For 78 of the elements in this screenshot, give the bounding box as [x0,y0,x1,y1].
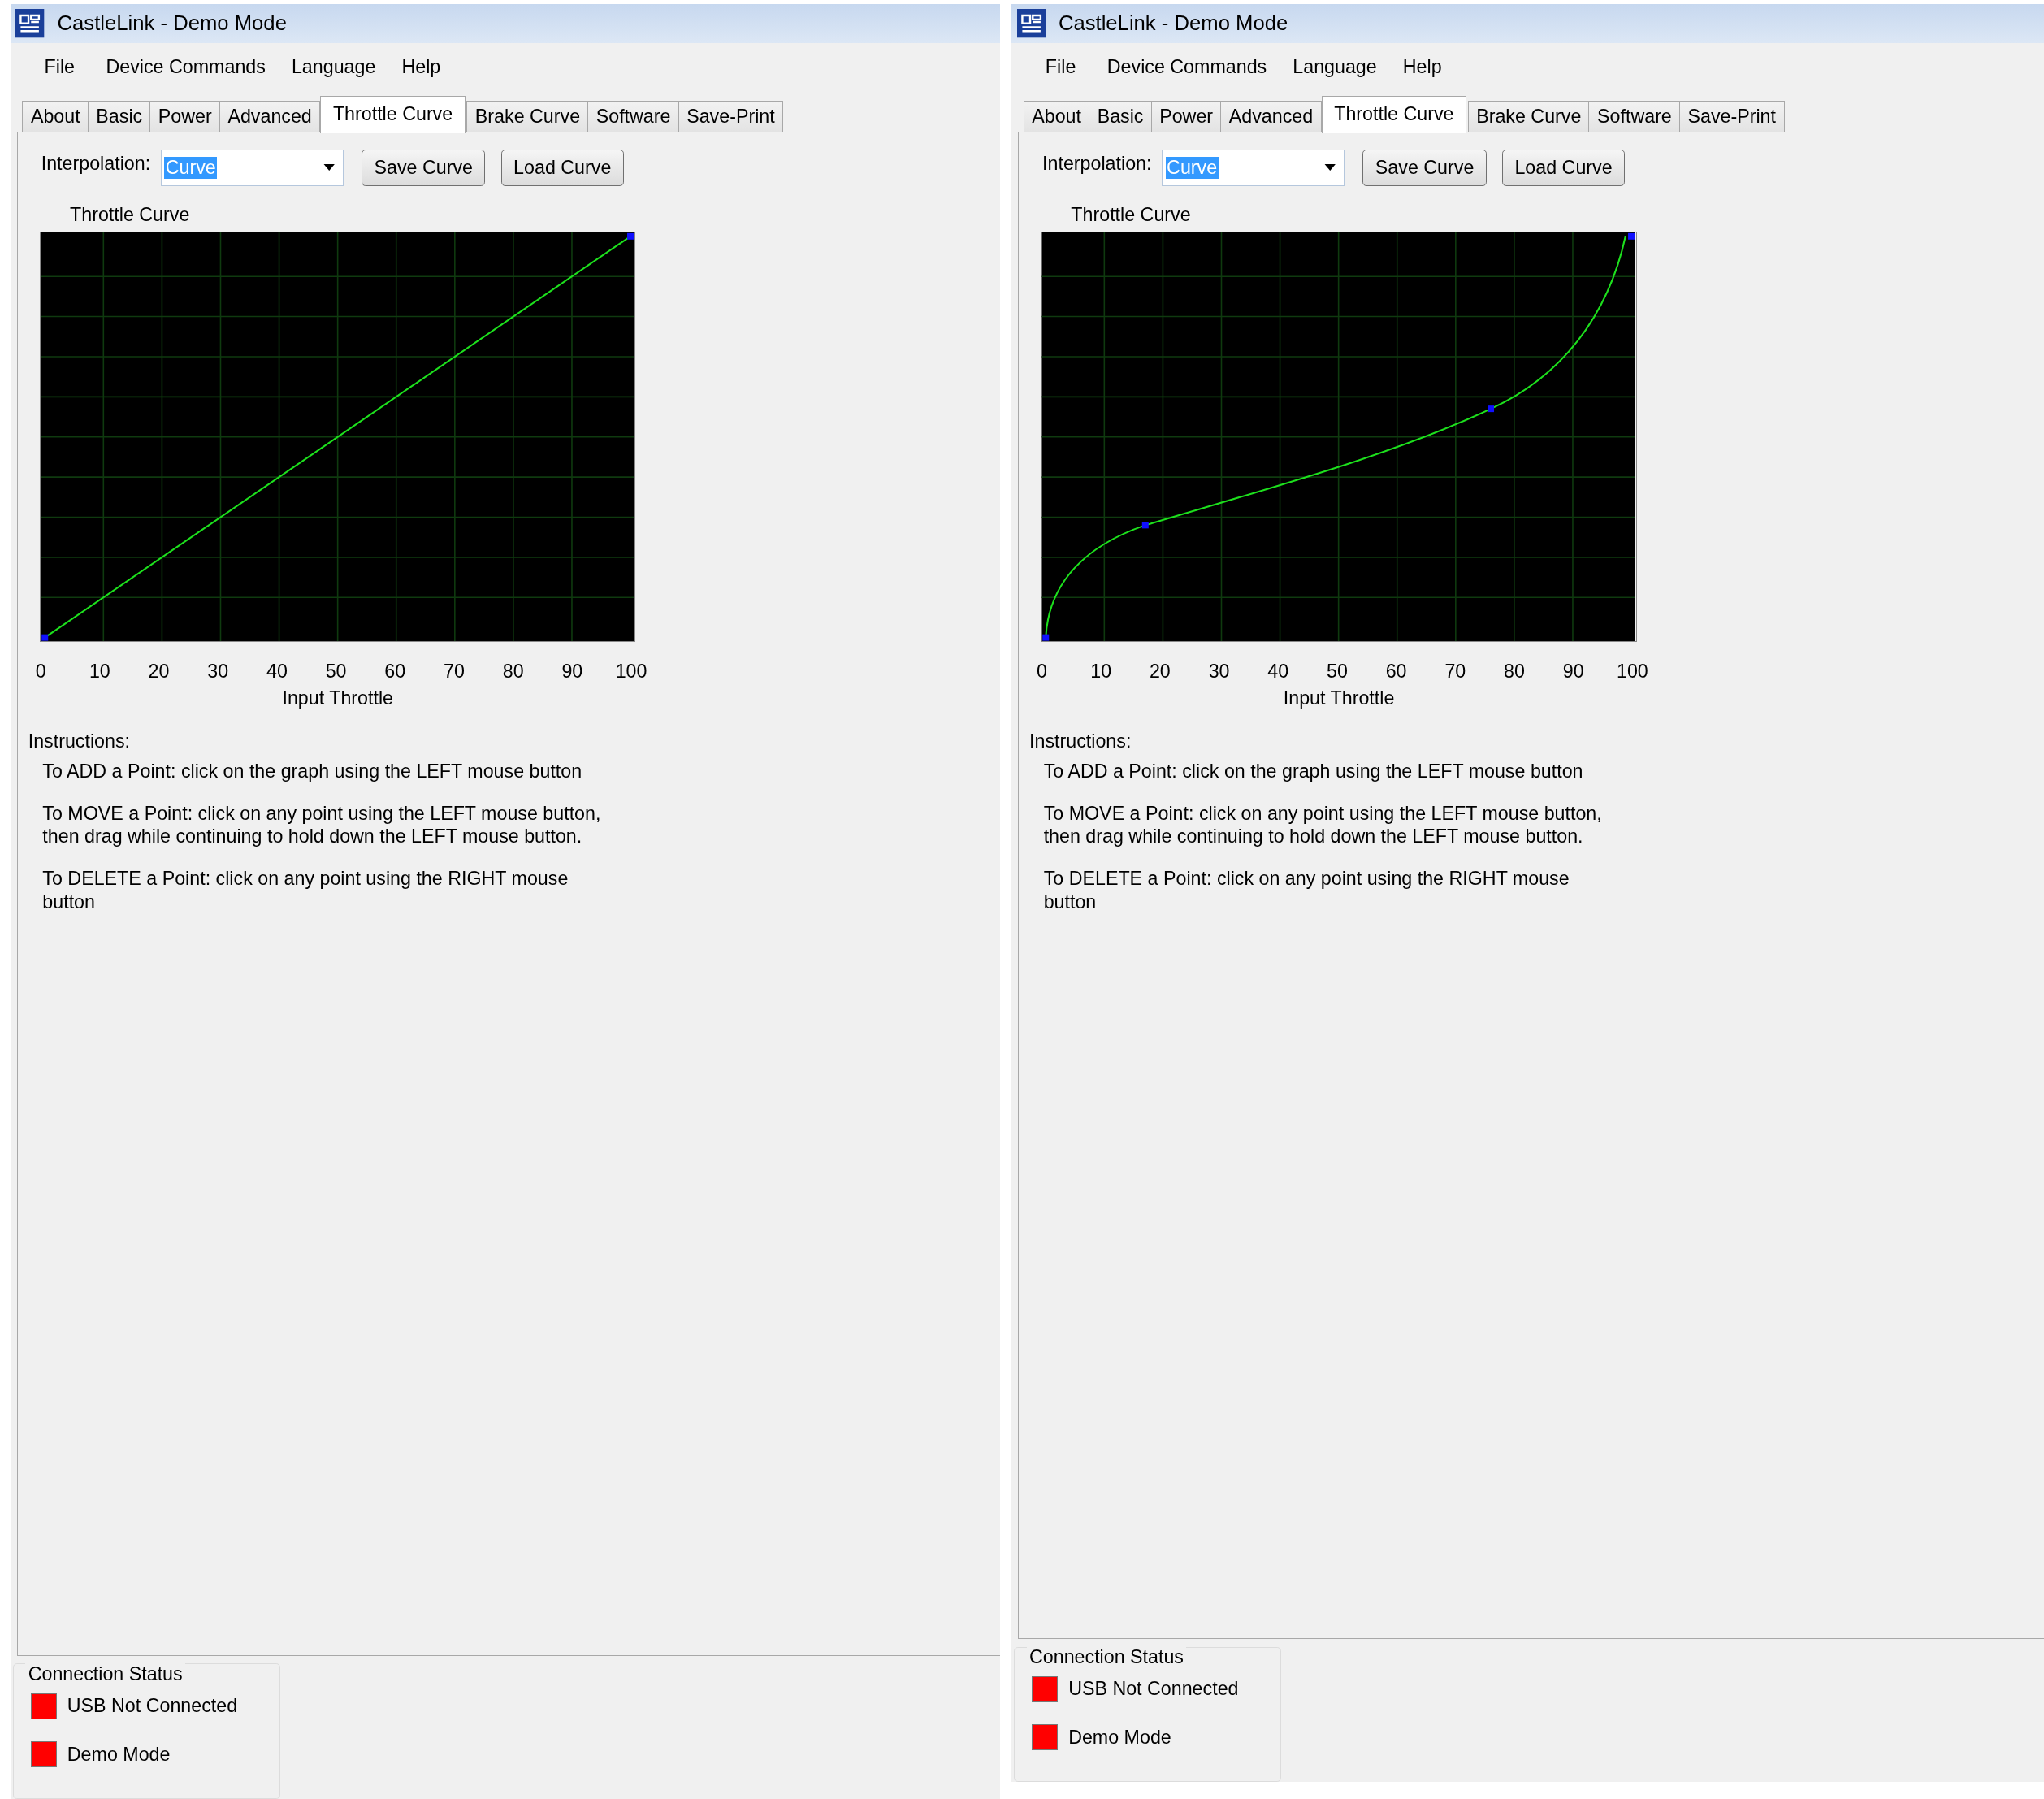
menu-item[interactable]: Help [1389,55,1455,85]
axis-tick-label: 10 [88,660,111,683]
control-point[interactable] [1042,634,1050,641]
axis-tick-label: 70 [443,660,466,683]
tab[interactable]: Brake Curve [466,101,589,132]
tab[interactable]: Save-Print [1678,101,1785,132]
tab[interactable]: Software [1588,101,1681,132]
axis-tick-label: 30 [206,660,230,683]
tab[interactable]: About [1023,101,1090,132]
status-label: USB Not Connected [1068,1678,1239,1701]
interpolation-label: Interpolation: [1042,153,1152,176]
tab[interactable]: Throttle Curve [1321,96,1466,133]
tab[interactable]: Brake Curve [1467,101,1590,132]
axis-tick-label: 0 [1036,660,1048,683]
axis-tick-label: 0 [34,660,47,683]
tab[interactable]: Basic [87,101,151,132]
curve-button[interactable]: Load Curve [1502,149,1626,186]
app-icon [1016,9,1046,38]
axis-label: Input Throttle [281,687,395,709]
control-point[interactable] [41,634,49,641]
instruction-text: To ADD a Point: click on the graph using the LEFT mouse button [42,760,583,784]
status-label: Demo Mode [67,1743,171,1766]
instruction-text: To DELETE a Point: click on any point using the RIGHT mouse button [1043,866,1570,914]
menu-item[interactable]: Help [388,55,454,85]
control-point[interactable] [1488,405,1495,412]
menu-item[interactable]: Language [278,55,389,85]
status-label: USB Not Connected [67,1695,238,1718]
axis-tick-label: 90 [1561,660,1585,683]
axis-tick-label: 70 [1444,660,1467,683]
axis-tick-label: 40 [1267,660,1290,683]
instructions-heading: Instructions: [1029,730,1132,752]
tab[interactable]: Advanced [1220,101,1322,132]
tab[interactable]: Basic [1089,101,1153,132]
axis-tick-label: 10 [1089,660,1113,683]
instruction-text: To MOVE a Point: click on any point using the LEFT mouse button, then drag while continuing to hold down the LEFT mouse button. [1043,801,1603,849]
dropdown-arrow-icon [1323,164,1336,171]
menu-item[interactable]: Device Commands [1093,55,1280,85]
control-point[interactable] [1142,522,1150,529]
axis-tick-label: 60 [383,660,407,683]
tab[interactable]: Throttle Curve [320,96,466,133]
axis-label: Input Throttle [1282,687,1396,709]
menu-item[interactable]: File [31,55,89,85]
axis-tick-label: 100 [614,660,648,683]
menu-item[interactable]: File [1032,55,1089,85]
graph-title: Throttle Curve [70,204,190,227]
axis-tick-label: 100 [1615,660,1649,683]
instruction-text: To MOVE a Point: click on any point using the LEFT mouse button, then drag while continuing to hold down the LEFT mouse button. [42,801,602,849]
axis-tick-label: 50 [1326,660,1349,683]
window-title: CastleLink - Demo Mode [1058,11,1288,36]
tab[interactable]: Save-Print [678,101,784,132]
axis-tick-label: 50 [324,660,348,683]
axis-tick-label: 30 [1207,660,1231,683]
instruction-text: To ADD a Point: click on the graph using the LEFT mouse button [1043,760,1584,784]
axis-tick-label: 20 [147,660,171,683]
instruction-text: To DELETE a Point: click on any point using the RIGHT mouse button [42,866,569,914]
menu-item[interactable]: Device Commands [93,55,279,85]
window-title: CastleLink - Demo Mode [57,11,287,36]
axis-tick-label: 40 [266,660,288,683]
menu-item[interactable]: Language [1280,55,1390,85]
axis-tick-label: 60 [1384,660,1408,683]
graph-title: Throttle Curve [1071,204,1191,227]
axis-tick-label: 80 [1503,660,1526,683]
tab[interactable]: Power [149,101,221,132]
app-icon [15,9,45,38]
axis-tick-label: 80 [501,660,525,683]
axis-tick-label: 20 [1148,660,1171,683]
curve-button[interactable]: Load Curve [500,149,624,186]
tab[interactable]: Advanced [219,101,321,132]
tab[interactable]: Power [1150,101,1222,132]
dropdown-arrow-icon [323,164,335,171]
interpolation-label: Interpolation: [41,153,151,176]
curve-button[interactable]: Save Curve [362,149,486,186]
tab[interactable]: Software [587,101,680,132]
axis-tick-label: 90 [561,660,584,683]
instructions-heading: Instructions: [28,730,130,752]
status-label: Demo Mode [1068,1726,1171,1749]
tab[interactable]: About [22,101,89,132]
curve-button[interactable]: Save Curve [1362,149,1487,186]
